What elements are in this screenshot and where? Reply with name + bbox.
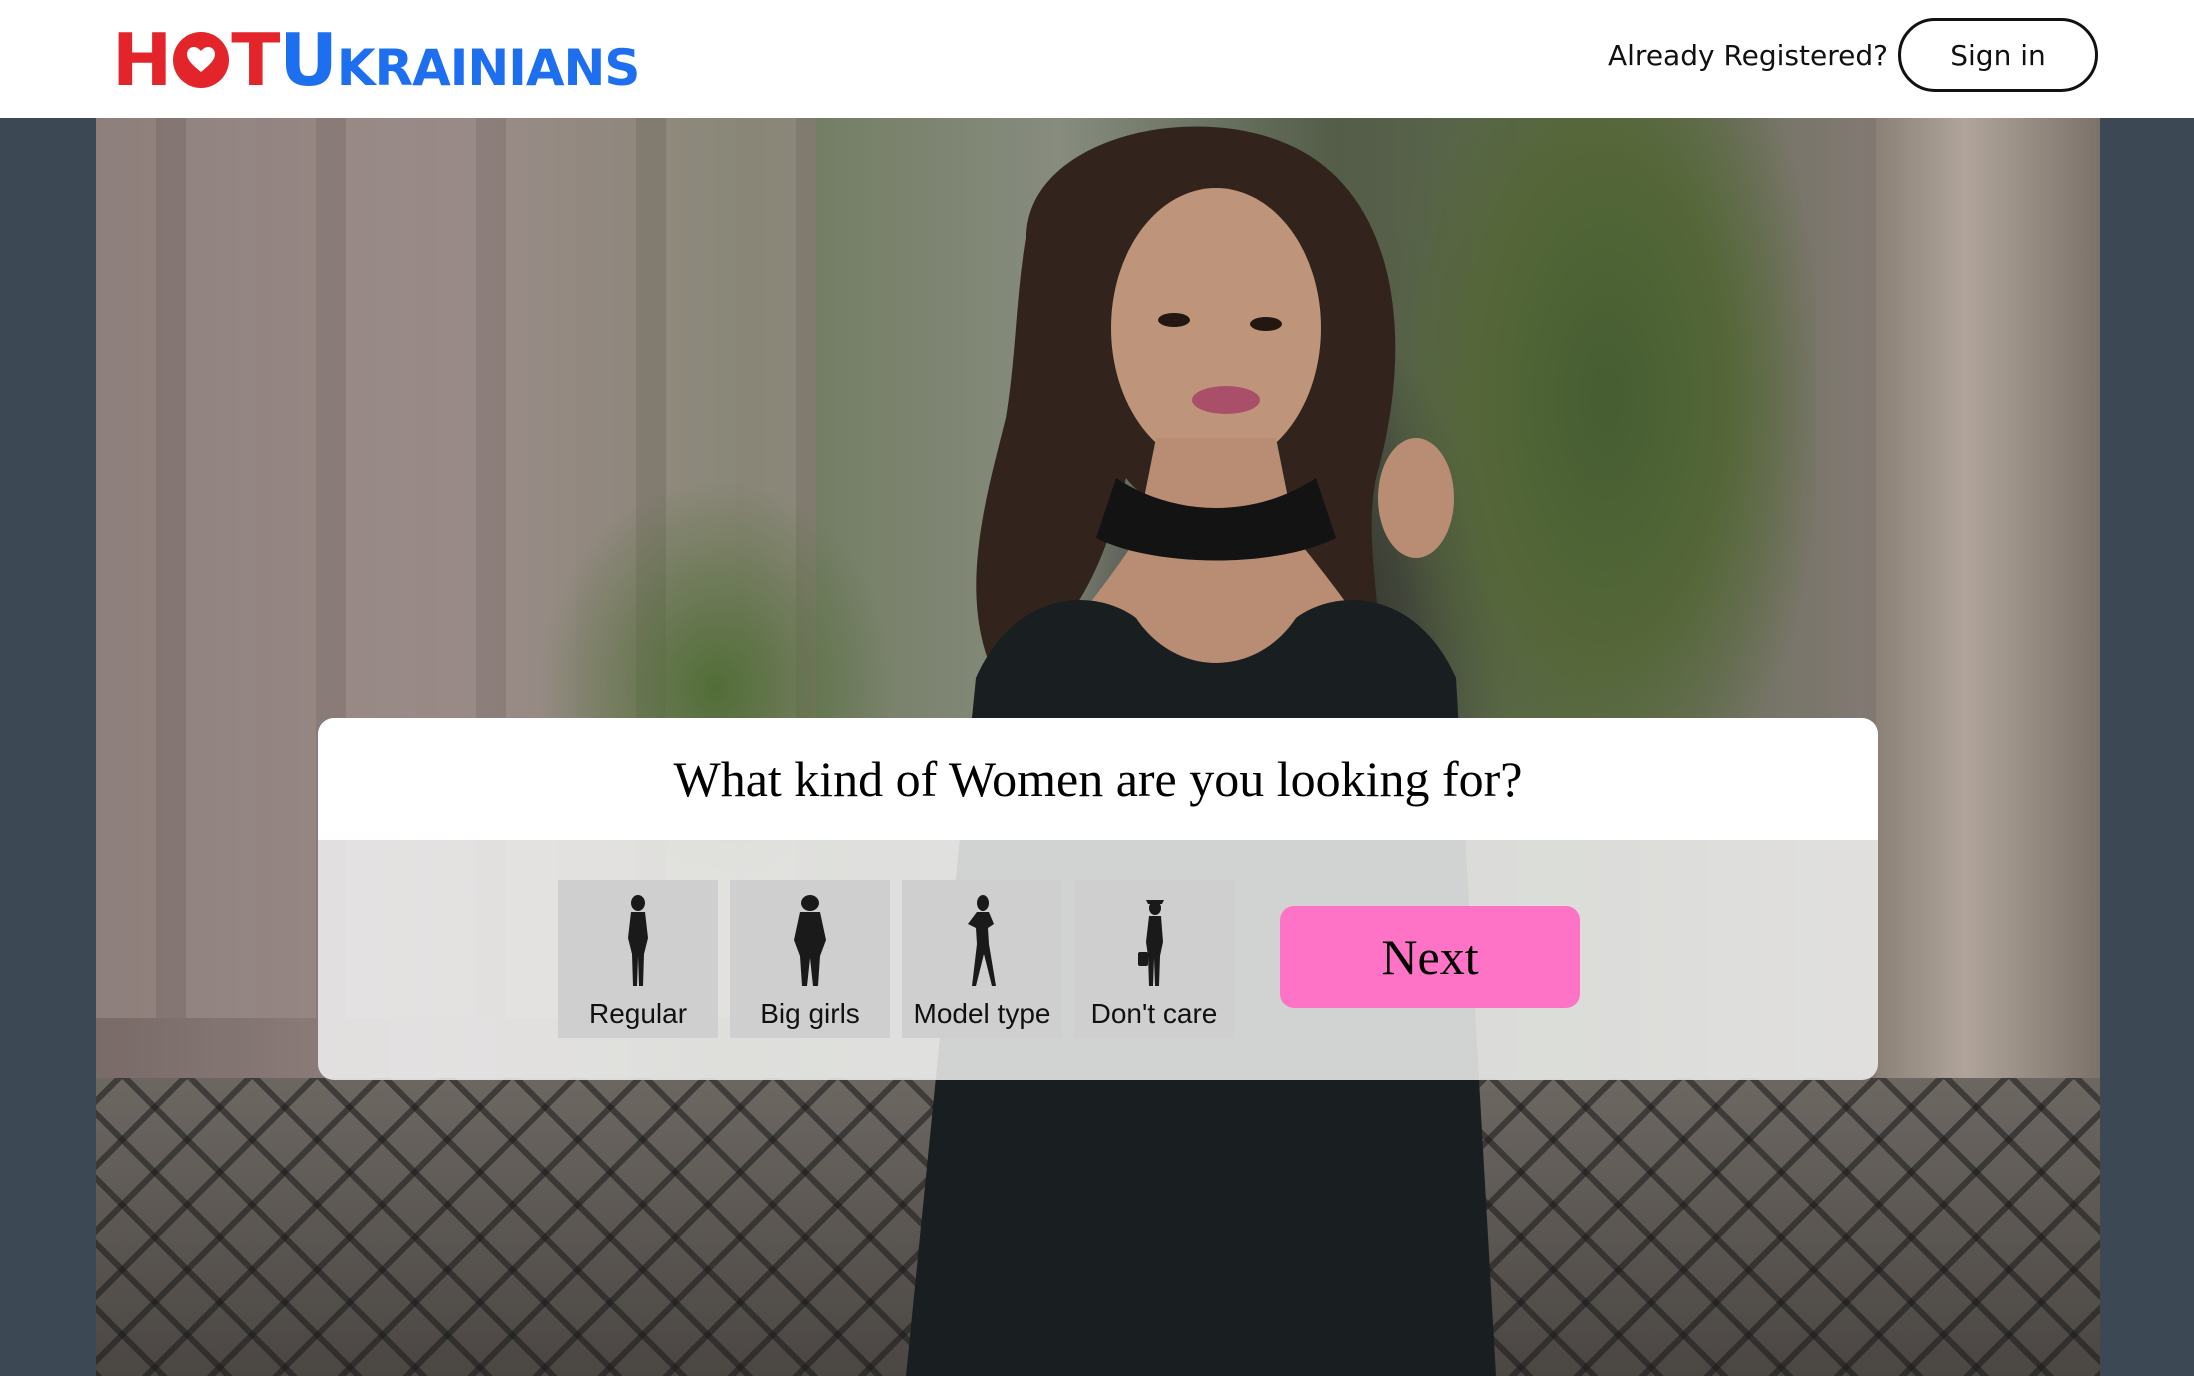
logo-brand: Ukrainians bbox=[279, 18, 640, 102]
option-model-type[interactable]: Model type bbox=[902, 880, 1062, 1038]
woman-silhouette-model-icon bbox=[968, 895, 996, 986]
site-header: H T Ukrainians Already Registered? Sign … bbox=[0, 0, 2194, 118]
option-dont-care[interactable]: Don't care bbox=[1074, 880, 1234, 1038]
question-title: What kind of Women are you looking for? bbox=[318, 718, 1878, 840]
heart-icon bbox=[173, 32, 230, 88]
option-regular[interactable]: Regular bbox=[558, 880, 718, 1038]
woman-silhouette-any-icon bbox=[1138, 900, 1164, 986]
option-label: Big girls bbox=[760, 998, 860, 1029]
site-logo[interactable]: H T Ukrainians bbox=[112, 18, 640, 102]
sign-in-button[interactable]: Sign in bbox=[1898, 18, 2098, 92]
option-label: Regular bbox=[588, 998, 688, 1029]
logo-hot-t: T bbox=[231, 18, 280, 102]
woman-silhouette-regular-icon bbox=[628, 895, 648, 986]
logo-hot-h: H bbox=[112, 18, 172, 102]
already-registered-text: Already Registered? bbox=[1608, 38, 1888, 72]
woman-silhouette-big-icon bbox=[794, 895, 826, 986]
option-big-girls[interactable]: Big girls bbox=[730, 880, 890, 1038]
option-label: Model type bbox=[913, 998, 1051, 1029]
auth-area: Already Registered? Sign in bbox=[1608, 18, 2098, 92]
option-label: Don't care bbox=[1090, 998, 1218, 1029]
logo-hot: H T bbox=[112, 18, 280, 102]
next-button[interactable]: Next bbox=[1280, 906, 1580, 1008]
